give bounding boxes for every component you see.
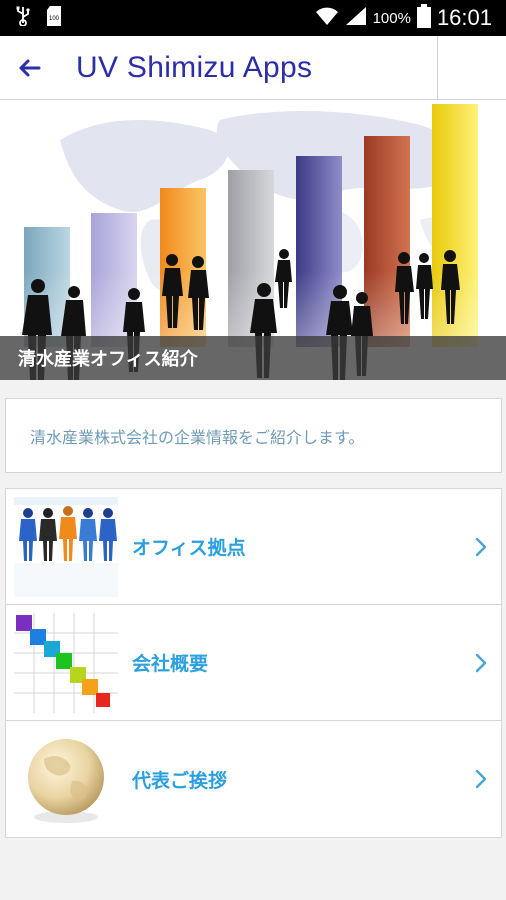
app-bar-divider <box>437 36 438 100</box>
menu-item-company-overview[interactable]: 会社概要 <box>6 605 501 721</box>
page-title: UV Shimizu Apps <box>76 50 313 84</box>
status-bar: 100 100% 16:01 <box>0 0 506 36</box>
app-bar: UV Shimizu Apps <box>0 36 506 100</box>
svg-text:100: 100 <box>49 16 60 22</box>
intro-card: 清水産業株式会社の企業情報をご紹介します。 <box>5 398 502 473</box>
puzzle-icon <box>14 612 118 713</box>
signal-icon <box>345 6 367 31</box>
people-icon <box>14 496 118 597</box>
globe-icon <box>14 729 118 829</box>
menu-item-label: 代表ご挨拶 <box>132 769 228 792</box>
wifi-icon <box>315 6 339 31</box>
menu-item-ceo-greeting[interactable]: 代表ご挨拶 <box>6 721 501 837</box>
chevron-right-icon <box>475 769 487 789</box>
intro-text: 清水産業株式会社の企業情報をご紹介します。 <box>30 427 365 447</box>
sd-card-icon: 100 <box>46 5 62 31</box>
back-arrow-icon <box>19 59 41 76</box>
menu-item-label: 会社概要 <box>132 653 209 675</box>
battery-percent: 100% <box>372 9 411 27</box>
chevron-right-icon <box>475 537 487 556</box>
menu-item-label: オフィス拠点 <box>132 537 246 559</box>
battery-icon <box>416 3 431 33</box>
clock: 16:01 <box>436 5 492 30</box>
hero-caption-text: 清水産業オフィス紹介 <box>18 349 198 370</box>
back-button[interactable] <box>0 36 58 100</box>
menu-list: オフィス拠点 会社概要 代表ご挨拶 <box>5 488 502 838</box>
hero-banner: 清水産業オフィス紹介 <box>0 100 506 380</box>
hero-caption: 清水産業オフィス紹介 <box>0 336 506 380</box>
chevron-right-icon <box>475 653 487 672</box>
usb-icon <box>16 6 30 30</box>
menu-item-office-locations[interactable]: オフィス拠点 <box>6 489 501 605</box>
